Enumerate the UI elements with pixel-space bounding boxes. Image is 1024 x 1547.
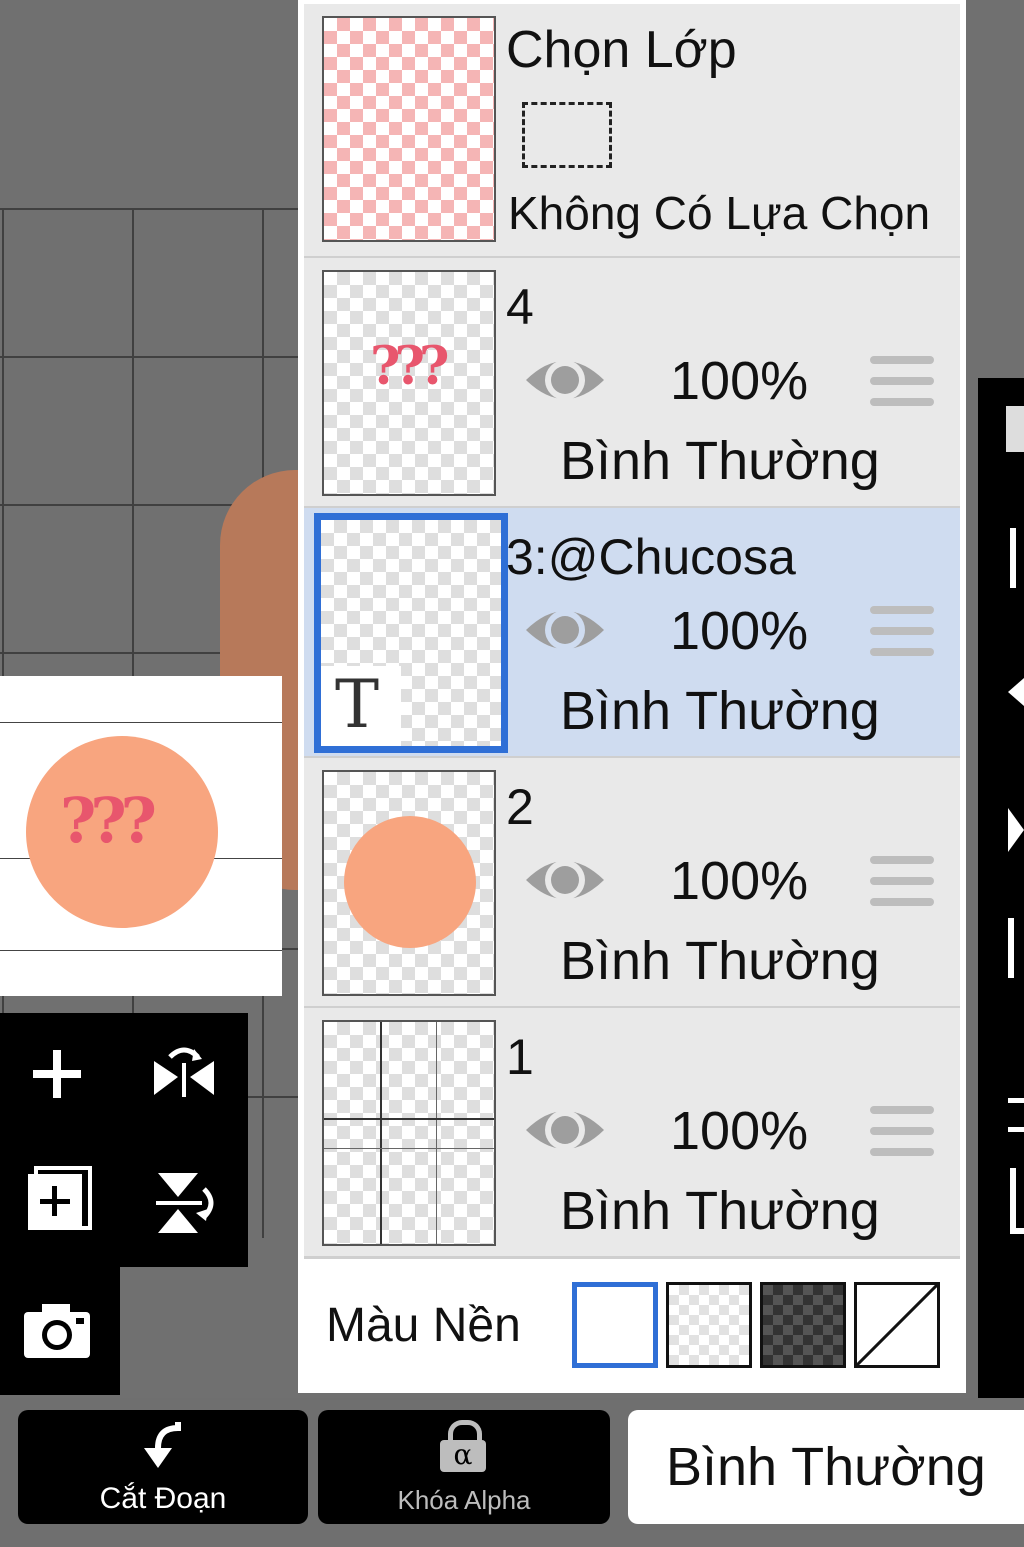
eye-icon: [526, 860, 604, 900]
text-layer-icon: T: [335, 666, 380, 743]
flip-horizontal-button[interactable]: [144, 1035, 224, 1115]
drag-handle-icon[interactable]: [870, 606, 934, 660]
eye-icon: [526, 1110, 604, 1150]
layer-row-3[interactable]: T 3:@Chucosa 100% Bình Thường: [304, 508, 960, 759]
flip-vertical-icon: [156, 1173, 214, 1233]
add-layer-button[interactable]: [22, 1039, 92, 1109]
layer-name: 4: [506, 279, 534, 335]
layer-thumbnail: ???: [322, 270, 496, 496]
blend-mode-selector[interactable]: Bình Thường: [628, 1410, 1024, 1524]
arrows-icon[interactable]: [1008, 918, 1024, 978]
layer-thumbnail-art: ???: [370, 336, 449, 397]
camera-panel: [0, 1265, 120, 1395]
visibility-toggle[interactable]: [522, 600, 608, 660]
play-icon[interactable]: [1008, 808, 1024, 852]
layer-row-1[interactable]: 1 100% Bình Thường: [304, 1008, 960, 1259]
layer-row-4[interactable]: ??? 4 100% Bình Thường: [304, 258, 960, 509]
layer-selection-row[interactable]: Chọn Lớp Không Có Lựa Chọn: [304, 4, 960, 259]
lock-icon: α: [440, 1420, 486, 1472]
layer-blend-mode[interactable]: Bình Thường: [560, 1180, 880, 1242]
layer-blend-mode[interactable]: Bình Thường: [560, 430, 880, 492]
layer-name: 3:@Chucosa: [506, 529, 796, 585]
preview-guide-line: [0, 722, 282, 723]
layer-opacity[interactable]: 100%: [670, 1100, 808, 1162]
camera-button[interactable]: [20, 1297, 94, 1363]
layer-opacity[interactable]: 100%: [670, 850, 808, 912]
canvas-preview[interactable]: ???: [0, 676, 282, 996]
drag-handle-icon[interactable]: [870, 1106, 934, 1160]
trash-icon[interactable]: [1010, 1168, 1024, 1234]
layer-blend-mode[interactable]: Bình Thường: [560, 930, 880, 992]
layer-thumbnail-gridline: [324, 1148, 494, 1149]
merge-icon[interactable]: [1010, 528, 1024, 588]
eye-icon: [526, 610, 604, 650]
flip-vertical-button[interactable]: [144, 1163, 224, 1243]
selection-marquee-icon: [522, 102, 612, 168]
background-color-row: Màu Nền: [304, 1262, 960, 1384]
layer-name: 2: [506, 779, 534, 835]
flip-horizontal-icon: [154, 1047, 214, 1097]
background-color-label: Màu Nền: [326, 1299, 521, 1352]
drag-handle-icon[interactable]: [870, 856, 934, 910]
alpha-lock-button[interactable]: α Khóa Alpha: [318, 1410, 610, 1524]
layer-thumbnail-gridline: [380, 1022, 382, 1244]
diagonal-icon: [855, 1283, 939, 1367]
layer-blend-mode[interactable]: Bình Thường: [560, 680, 880, 742]
bg-swatch-transparent-dark[interactable]: [760, 1282, 846, 1368]
clipping-button[interactable]: Cắt Đoạn: [18, 1410, 308, 1524]
selection-thumbnail: [322, 16, 496, 242]
layer-thumbnail: [322, 770, 496, 996]
right-toolbar: [978, 378, 1024, 1398]
visibility-toggle[interactable]: [522, 1100, 608, 1160]
bg-swatch-white[interactable]: [572, 1282, 658, 1368]
text-layer-badge: T: [321, 666, 401, 746]
layer-thumbnail: [322, 1020, 496, 1246]
layer-thumbnail: T: [314, 513, 508, 753]
visibility-toggle[interactable]: [522, 850, 608, 910]
blend-mode-value: Bình Thường: [666, 1437, 986, 1497]
selection-status: Không Có Lựa Chọn: [508, 187, 931, 239]
clipping-label: Cắt Đoạn: [99, 1482, 227, 1515]
layer-opacity[interactable]: 100%: [670, 600, 808, 662]
visibility-toggle[interactable]: [522, 350, 608, 410]
eye-icon: [526, 360, 604, 400]
preview-question-marks: ???: [60, 784, 157, 857]
layer-thumbnail-gridline: [324, 1118, 494, 1120]
menu-icon[interactable]: [1008, 1098, 1024, 1132]
bg-swatch-none[interactable]: [854, 1282, 940, 1368]
alpha-lock-label: Khóa Alpha: [397, 1485, 531, 1515]
add-copy-icon: [28, 1166, 92, 1230]
camera-icon: [24, 1304, 90, 1358]
layer-name: 1: [506, 1029, 534, 1085]
layer-thumbnail-gridline: [436, 1022, 437, 1244]
alpha-symbol: α: [440, 1440, 486, 1472]
bg-swatch-transparent-light[interactable]: [666, 1282, 752, 1368]
plus-icon: [33, 1050, 81, 1098]
checker-icon[interactable]: [1006, 406, 1024, 452]
clip-arrow-icon: [144, 1422, 181, 1468]
drag-handle-icon[interactable]: [870, 356, 934, 410]
duplicate-layer-button[interactable]: [22, 1163, 94, 1235]
layer-thumbnail-circle: [344, 816, 476, 948]
arrow-left-icon[interactable]: [1008, 678, 1024, 706]
preview-guide-line: [0, 950, 282, 951]
layer-row-2[interactable]: 2 100% Bình Thường: [304, 758, 960, 1009]
layer-tools-panel: [0, 1013, 248, 1267]
layer-opacity[interactable]: 100%: [670, 350, 808, 412]
selection-title: Chọn Lớp: [506, 21, 737, 79]
